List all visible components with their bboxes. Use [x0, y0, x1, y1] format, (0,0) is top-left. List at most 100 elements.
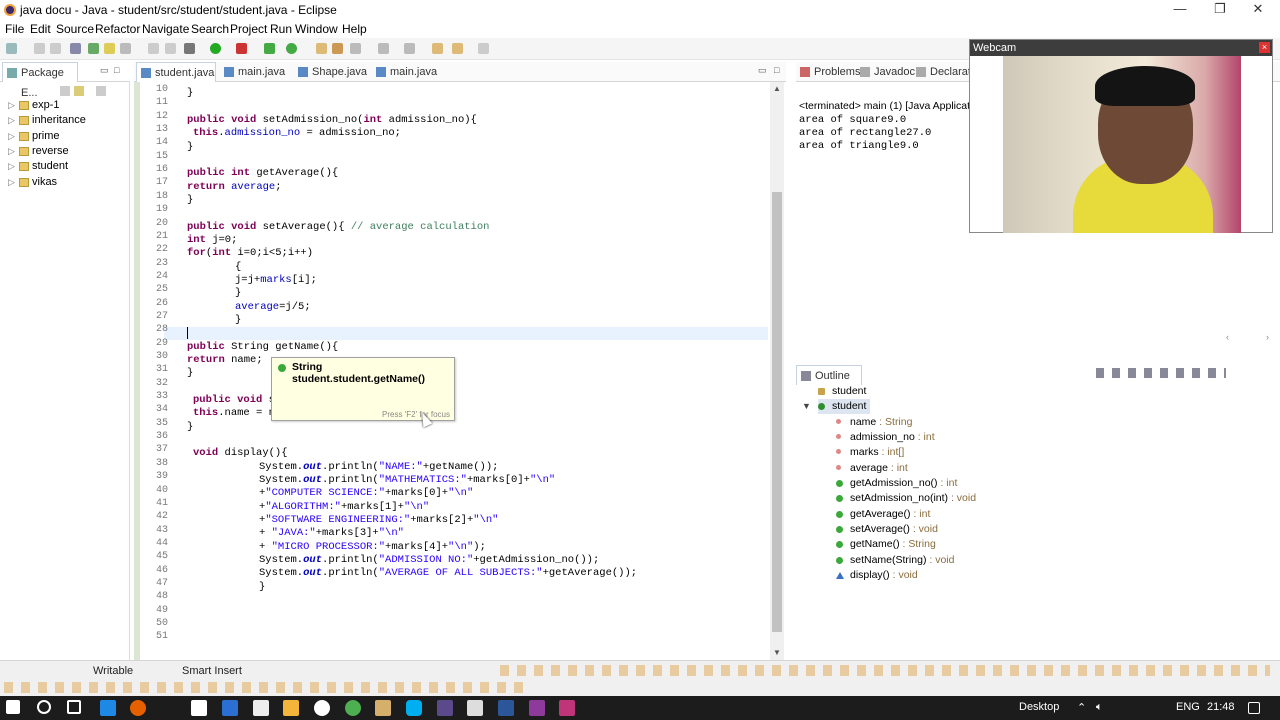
expand-arrow-icon[interactable]: ▷: [8, 98, 15, 113]
outline-member[interactable]: setAdmission_no(int) : void: [836, 491, 976, 506]
app-icon[interactable]: [529, 700, 545, 716]
expand-arrow-icon[interactable]: ▷: [8, 129, 15, 144]
project-item[interactable]: ▷ inheritance: [8, 113, 86, 128]
menu-refactor[interactable]: Refactor: [95, 22, 140, 36]
open-type-icon[interactable]: [316, 43, 327, 54]
media-icon[interactable]: [314, 700, 330, 716]
scroll-down-icon[interactable]: ▼: [773, 648, 781, 657]
minimize-view-icon[interactable]: ▭: [758, 65, 767, 76]
chrome-icon[interactable]: [345, 700, 361, 716]
outline-member[interactable]: getAverage() : int: [836, 507, 930, 522]
scroll-right-icon[interactable]: ›: [1266, 332, 1269, 342]
toggle-icon[interactable]: [120, 43, 131, 54]
tab-student-java[interactable]: student.java: [136, 62, 216, 82]
menu-project[interactable]: Project: [230, 22, 267, 36]
new-class-icon[interactable]: [286, 43, 297, 54]
maximize-view-icon[interactable]: □: [774, 65, 779, 75]
tab-shape-java[interactable]: Shape.java: [294, 62, 374, 82]
webcam-close-icon[interactable]: ×: [1259, 42, 1270, 53]
tab-problems[interactable]: Problems: [796, 62, 860, 82]
tab-javadoc[interactable]: Javadoc: [856, 62, 918, 82]
project-item[interactable]: ▷ prime: [8, 129, 60, 144]
outline-member[interactable]: display() : void: [836, 568, 918, 583]
collapse-arrow-icon[interactable]: ▼: [802, 401, 811, 411]
language-indicator[interactable]: ENG: [1176, 701, 1200, 713]
search-icon[interactable]: [332, 43, 343, 54]
file-icon[interactable]: [253, 700, 269, 716]
maximize-view-icon[interactable]: □: [114, 65, 119, 75]
new-java-project-icon[interactable]: [264, 43, 275, 54]
tab-package-explorer[interactable]: Package E...: [2, 62, 78, 99]
forward-icon[interactable]: [478, 43, 489, 54]
firefox-icon[interactable]: [130, 700, 146, 716]
desktop-toolbar-label[interactable]: Desktop: [1019, 701, 1059, 713]
mark-icon[interactable]: [165, 43, 176, 54]
outline-toolbar-icons[interactable]: [1096, 368, 1226, 378]
menu-navigate[interactable]: Navigate: [142, 22, 189, 36]
project-item[interactable]: ▷ exp-1: [8, 98, 60, 113]
outline-member[interactable]: admission_no : int: [836, 430, 935, 445]
scroll-up-icon[interactable]: ▲: [773, 84, 781, 93]
trim-toolbar-icons[interactable]: [4, 682, 524, 693]
photos-icon[interactable]: [467, 700, 483, 716]
view-menu-icon[interactable]: [96, 86, 106, 96]
prev-annotation-icon[interactable]: [404, 43, 415, 54]
outline-member[interactable]: setAverage() : void: [836, 522, 938, 537]
outline-package[interactable]: student: [818, 384, 866, 399]
save-icon[interactable]: [34, 43, 45, 54]
scroll-left-icon[interactable]: ‹: [1226, 332, 1229, 342]
save-all-icon[interactable]: [50, 43, 61, 54]
defender-icon[interactable]: [222, 700, 238, 716]
menu-window[interactable]: Window: [295, 22, 338, 36]
new-icon[interactable]: [6, 43, 17, 54]
task-view-icon[interactable]: [67, 700, 81, 714]
outline-member[interactable]: getName() : String: [836, 537, 936, 552]
menu-file[interactable]: File: [5, 22, 24, 36]
build-icon[interactable]: [88, 43, 99, 54]
outline-member[interactable]: name : String: [836, 415, 912, 430]
tab-main-java-2[interactable]: main.java: [372, 62, 452, 82]
tab-outline[interactable]: Outline: [796, 365, 862, 385]
store-icon[interactable]: [191, 700, 207, 716]
close-button[interactable]: ✕: [1238, 0, 1278, 20]
run-icon[interactable]: [210, 43, 221, 54]
menu-run[interactable]: Run: [270, 22, 292, 36]
block-icon[interactable]: [148, 43, 159, 54]
notes-icon[interactable]: [375, 700, 391, 716]
scroll-thumb[interactable]: [772, 192, 782, 632]
outline-member[interactable]: setName(String) : void: [836, 553, 954, 568]
expand-arrow-icon[interactable]: ▷: [8, 159, 15, 174]
skype-icon[interactable]: [406, 700, 422, 716]
tab-main-java[interactable]: main.java: [220, 62, 302, 82]
clock[interactable]: 21:48: [1207, 701, 1235, 713]
menu-edit[interactable]: Edit: [30, 22, 51, 36]
print-icon[interactable]: [70, 43, 81, 54]
volume-icon[interactable]: 🔈︎: [1096, 701, 1103, 714]
outline-member[interactable]: average : int: [836, 461, 908, 476]
edge-icon[interactable]: [100, 700, 116, 716]
next-annotation-icon[interactable]: [378, 43, 389, 54]
project-item[interactable]: ▷ student: [8, 159, 68, 174]
expand-arrow-icon[interactable]: ▷: [8, 144, 15, 159]
minimize-button[interactable]: —: [1160, 0, 1200, 20]
outline-class[interactable]: student: [818, 399, 871, 414]
minimize-view-icon[interactable]: ▭: [100, 65, 109, 76]
word-icon[interactable]: [498, 700, 514, 716]
project-item[interactable]: ▷ vikas: [8, 175, 57, 190]
menu-help[interactable]: Help: [342, 22, 367, 36]
project-item[interactable]: ▷ reverse: [8, 144, 69, 159]
coverage-icon[interactable]: [236, 43, 247, 54]
back-icon[interactable]: [452, 43, 463, 54]
search-icon[interactable]: [37, 700, 51, 714]
editor-scrollbar[interactable]: ▲ ▼: [770, 82, 784, 660]
code-editor[interactable]: student.java main.java Shape.java main.j…: [134, 62, 786, 660]
folder-icon[interactable]: [283, 700, 299, 716]
maximize-button[interactable]: ❐: [1200, 0, 1240, 20]
expand-arrow-icon[interactable]: ▷: [8, 175, 15, 190]
last-edit-icon[interactable]: [432, 43, 443, 54]
outline-member[interactable]: getAdmission_no() : int: [836, 476, 957, 491]
debug-icon[interactable]: [184, 43, 195, 54]
tab-declaration[interactable]: Declaratio: [912, 62, 980, 82]
collapse-all-icon[interactable]: [60, 86, 70, 96]
windows-start-icon[interactable]: [6, 700, 20, 714]
